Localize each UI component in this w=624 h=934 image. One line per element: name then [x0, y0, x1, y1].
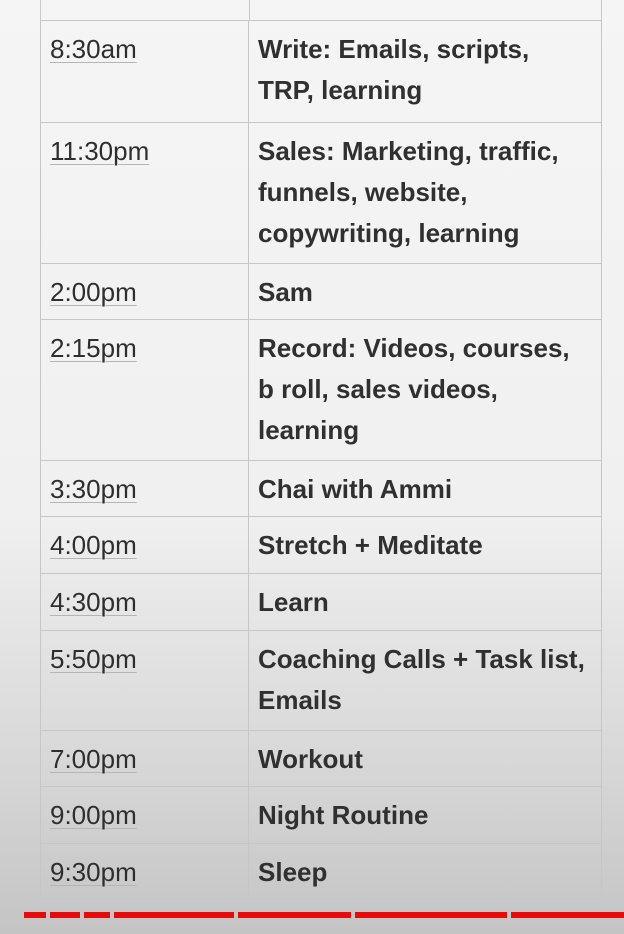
time-text: 9:30pm	[50, 857, 137, 887]
task-cell[interactable]: Sales: Marketing, traffic, funnels, webs…	[248, 122, 602, 264]
task-cell[interactable]: Write: Emails, scripts, TRP, learning	[248, 20, 602, 123]
time-cell[interactable]: 4:00pm	[40, 516, 249, 574]
task-text: Learn	[258, 587, 329, 617]
task-text: Sam	[258, 277, 313, 307]
time-cell[interactable]: 2:15pm	[40, 319, 249, 461]
progress-segment[interactable]	[511, 912, 624, 918]
time-text: 4:30pm	[50, 587, 137, 617]
task-cell[interactable]: Coaching Calls + Task list, Emails	[248, 630, 602, 731]
schedule-sheet: 8:30am Write: Emails, scripts, TRP, lear…	[40, 0, 602, 899]
task-cell[interactable]: Night Routine	[248, 786, 602, 844]
table-top-continuation	[40, 0, 602, 20]
task-cell[interactable]: Learn	[248, 573, 602, 631]
time-text: 2:00pm	[50, 277, 137, 307]
time-text: 5:50pm	[50, 644, 137, 674]
task-text: Write: Emails, scripts, TRP, learning	[258, 34, 530, 105]
progress-segment[interactable]	[238, 912, 351, 918]
task-text: Sales: Marketing, traffic, funnels, webs…	[258, 136, 559, 248]
time-cell[interactable]: 5:50pm	[40, 630, 249, 731]
task-text: Coaching Calls + Task list, Emails	[258, 644, 585, 715]
time-cell[interactable]: 2:00pm	[40, 263, 249, 320]
progress-segment[interactable]	[84, 912, 110, 918]
schedule-table: 8:30am Write: Emails, scripts, TRP, lear…	[40, 20, 602, 899]
task-cell[interactable]: Chai with Ammi	[248, 460, 602, 517]
time-cell[interactable]: 9:30pm	[40, 843, 249, 899]
table-row: 4:00pm Stretch + Meditate	[40, 516, 602, 574]
time-text: 11:30pm	[50, 136, 150, 166]
task-text: Record: Videos, courses, b roll, sales v…	[258, 333, 570, 445]
table-row: 2:00pm Sam	[40, 263, 602, 320]
time-cell[interactable]: 9:00pm	[40, 786, 249, 844]
task-text: Workout	[258, 744, 363, 774]
time-cell[interactable]: 7:00pm	[40, 730, 249, 787]
time-text: 4:00pm	[50, 530, 137, 560]
table-row: 5:50pm Coaching Calls + Task list, Email…	[40, 630, 602, 731]
time-cell[interactable]: 3:30pm	[40, 460, 249, 517]
task-text: Sleep	[258, 857, 328, 887]
task-cell[interactable]: Workout	[248, 730, 602, 787]
progress-segment[interactable]	[50, 912, 80, 918]
table-row: 11:30pm Sales: Marketing, traffic, funne…	[40, 122, 602, 264]
task-cell[interactable]: Stretch + Meditate	[248, 516, 602, 574]
table-row: 9:30pm Sleep	[40, 843, 602, 899]
time-cell[interactable]: 4:30pm	[40, 573, 249, 631]
task-text: Night Routine	[258, 800, 429, 830]
table-row: 9:00pm Night Routine	[40, 786, 602, 844]
task-cell[interactable]: Record: Videos, courses, b roll, sales v…	[248, 319, 602, 461]
time-text: 2:15pm	[50, 333, 137, 363]
table-row: 4:30pm Learn	[40, 573, 602, 631]
time-text: 7:00pm	[50, 744, 137, 774]
story-progress-bar	[24, 912, 624, 918]
time-cell[interactable]: 11:30pm	[40, 122, 249, 264]
time-text: 3:30pm	[50, 474, 137, 504]
progress-segment[interactable]	[24, 912, 46, 918]
table-row: 3:30pm Chai with Ammi	[40, 460, 602, 517]
table-row: 7:00pm Workout	[40, 730, 602, 787]
progress-segment[interactable]	[114, 912, 234, 918]
time-text: 8:30am	[50, 34, 137, 64]
time-cell[interactable]: 8:30am	[40, 20, 249, 123]
task-text: Stretch + Meditate	[258, 530, 483, 560]
table-row: 8:30am Write: Emails, scripts, TRP, lear…	[40, 20, 602, 123]
task-cell[interactable]: Sam	[248, 263, 602, 320]
task-text: Chai with Ammi	[258, 474, 453, 504]
task-cell[interactable]: Sleep	[248, 843, 602, 899]
time-text: 9:00pm	[50, 800, 137, 830]
table-row: 2:15pm Record: Videos, courses, b roll, …	[40, 319, 602, 461]
progress-segment[interactable]	[355, 912, 507, 918]
